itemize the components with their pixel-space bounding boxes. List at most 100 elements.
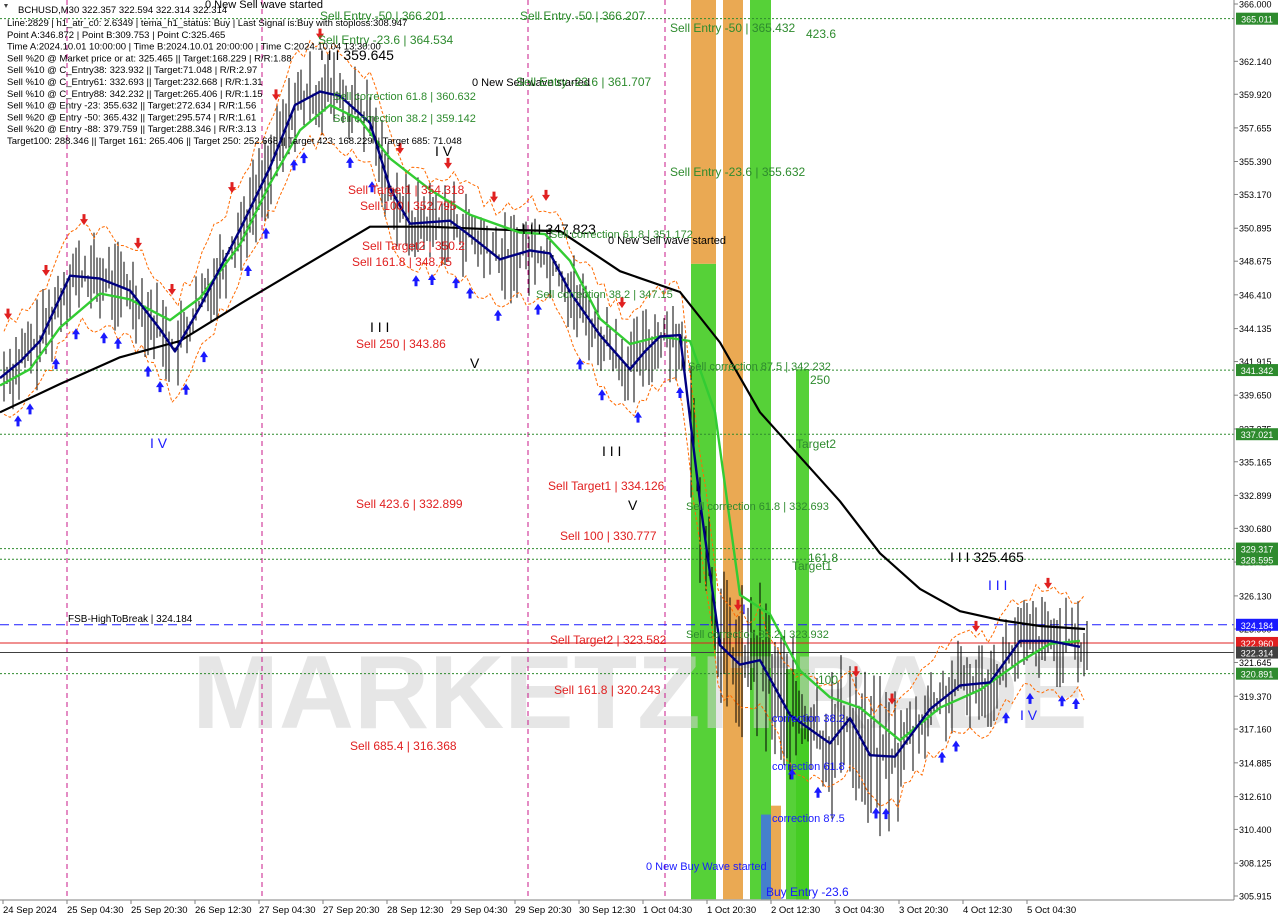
time-tick-label: 3 Oct 04:30 <box>835 905 884 916</box>
buy-arrow-icon <box>26 403 34 415</box>
buy-arrow-icon <box>598 389 606 401</box>
chart-annotation: 100 <box>818 673 838 687</box>
info-line: Time A:2024.10.01 10:00:00 | Time B:2024… <box>7 42 381 53</box>
time-tick-label: 27 Sep 04:30 <box>259 905 316 916</box>
sell-arrow-icon <box>542 189 550 201</box>
price-level-label: 328.595 <box>1241 555 1274 565</box>
info-line: Sell %10 @ C_Entry38: 323.932 || Target:… <box>7 65 257 76</box>
time-tick-label: 28 Sep 12:30 <box>387 905 444 916</box>
price-level-label: 322.314 <box>1241 649 1274 659</box>
info-line: Sell %10 @ C_Entry88: 342.232 || Target:… <box>7 89 263 100</box>
chart-annotation: correction 38.2 <box>772 713 845 725</box>
sell-arrow-icon <box>80 214 88 226</box>
buy-arrow-icon <box>14 415 22 427</box>
time-tick-label: 2 Oct 12:30 <box>771 905 820 916</box>
price-tick-label: 346.410 <box>1239 290 1272 300</box>
price-tick-label: 319.370 <box>1239 692 1272 702</box>
chart-annotation: 250 <box>810 373 830 387</box>
info-line: Sell %20 @ Entry -50: 365.432 || Target:… <box>7 112 256 123</box>
chart-annotation: Sell correction 38.2 | 323.932 <box>686 629 829 641</box>
price-tick-label: 317.160 <box>1239 725 1272 735</box>
price-tick-label: 330.680 <box>1239 524 1272 534</box>
buy-arrow-icon <box>872 807 880 819</box>
info-line: Sell %20 @ Market price or at: 325.465 |… <box>7 53 292 64</box>
price-tick-label: 344.135 <box>1239 324 1272 334</box>
price-chart[interactable]: MARKETZITRADE I I I 359.645Sell Entry -5… <box>0 0 1280 920</box>
price-tick-label: 359.920 <box>1239 90 1272 100</box>
chart-annotation: V <box>628 497 638 513</box>
price-tick-label: 339.650 <box>1239 391 1272 401</box>
buy-arrow-icon <box>576 358 584 370</box>
price-tick-label: 326.130 <box>1239 591 1272 601</box>
chart-annotation: Target2 <box>796 437 836 451</box>
chart-annotation: Sell Target2 | 323.582 <box>550 633 667 647</box>
chart-annotation: Buy Entry -23.6 <box>766 885 849 899</box>
price-tick-label: 355.390 <box>1239 157 1272 167</box>
sell-arrow-icon <box>444 157 452 169</box>
buy-arrow-icon <box>412 275 420 287</box>
buy-arrow-icon <box>100 332 108 344</box>
signal-zone <box>723 0 743 900</box>
chart-annotation: Sell Entry -23.6 | 355.632 <box>670 165 806 179</box>
buy-arrow-icon <box>494 309 502 321</box>
chart-annotation: I V <box>1020 707 1038 723</box>
price-tick-label: 348.675 <box>1239 257 1272 267</box>
sell-arrow-icon <box>168 283 176 295</box>
buy-arrow-icon <box>346 156 354 168</box>
time-tick-label: 29 Sep 20:30 <box>515 905 572 916</box>
info-line: Line:2829 | h1_atr_c0: 2.6349 | tema_h1_… <box>7 18 407 29</box>
chart-annotation: Sell 161.8 | 348.75 <box>352 255 452 269</box>
info-line: Sell %10 @ Entry -23: 355.632 || Target:… <box>7 101 256 112</box>
buy-arrow-icon <box>676 387 684 399</box>
slow-ma-line <box>0 225 1086 631</box>
buy-arrow-icon <box>290 159 298 171</box>
chart-window: MARKETZITRADE I I I 359.645 Sell Entry -5… <box>0 0 1280 920</box>
time-tick-label: 24 Sep 2024 <box>3 905 57 916</box>
time-tick-label: 27 Sep 20:30 <box>323 905 380 916</box>
chart-annotation: Target1 <box>792 559 832 573</box>
buy-arrow-icon <box>534 303 542 315</box>
signal-zone <box>691 0 716 264</box>
chart-annotation: Sell 250 | 343.86 <box>356 337 446 351</box>
chart-annotation: Sell 685.4 | 316.368 <box>350 739 457 753</box>
time-tick-label: 29 Sep 04:30 <box>451 905 508 916</box>
info-line: Target100: 288.346 || Target 161: 265.40… <box>7 136 462 147</box>
time-tick-label: 5 Oct 04:30 <box>1027 905 1076 916</box>
price-tick-label: 308.125 <box>1239 859 1272 869</box>
buy-arrow-icon <box>114 337 122 349</box>
signal-zone <box>750 0 771 900</box>
time-tick-label: 25 Sep 20:30 <box>131 905 188 916</box>
chart-annotation: I I I <box>602 443 621 459</box>
chart-title: BCHUSD,M30 322.357 322.594 322.314 322.3… <box>18 5 227 16</box>
chart-annotation: 423.6 <box>806 27 836 41</box>
price-tick-label: 312.610 <box>1239 792 1272 802</box>
chart-annotation: I V <box>150 435 168 451</box>
time-tick-label: 3 Oct 20:30 <box>899 905 948 916</box>
chart-annotation: Sell correction 38.2 | 359.142 <box>333 113 476 125</box>
sell-arrow-icon <box>272 89 280 101</box>
buy-arrow-icon <box>300 152 308 164</box>
chart-annotation: correction 61.8 <box>772 761 845 773</box>
chart-annotation: correction 87.5 <box>772 813 845 825</box>
chart-annotation: Sell Target1 | 334.126 <box>548 479 665 493</box>
price-level-label: 341.342 <box>1241 366 1274 376</box>
sell-arrow-icon <box>42 264 50 276</box>
price-tick-label: 366.000 <box>1239 0 1272 10</box>
time-tick-label: 4 Oct 12:30 <box>963 905 1012 916</box>
price-tick-label: 321.645 <box>1239 658 1272 668</box>
sell-arrow-icon <box>490 191 498 203</box>
price-tick-label: 350.895 <box>1239 224 1272 234</box>
chart-annotation: Sell correction 87.5 | 342.232 <box>688 361 831 373</box>
time-tick-label: 1 Oct 04:30 <box>643 905 692 916</box>
buy-arrow-icon <box>814 786 822 798</box>
chart-annotation: Sell 161.8 | 320.243 <box>554 683 661 697</box>
info-panel: BCHUSD,M30 322.357 322.594 322.314 322.3… <box>4 4 462 147</box>
chart-annotation: FSB-HighToBreak | 324.184 <box>68 614 193 625</box>
time-tick-label: 1 Oct 20:30 <box>707 905 756 916</box>
buy-arrow-icon <box>144 365 152 377</box>
chart-annotation: V <box>470 355 480 371</box>
buy-arrow-icon <box>72 328 80 340</box>
price-level-label: 324.184 <box>1241 621 1274 631</box>
chart-annotation: Sell correction 38.2 | 347.15 <box>536 289 673 301</box>
chart-annotation: Sell correction 61.8 | 360.632 <box>333 91 476 103</box>
